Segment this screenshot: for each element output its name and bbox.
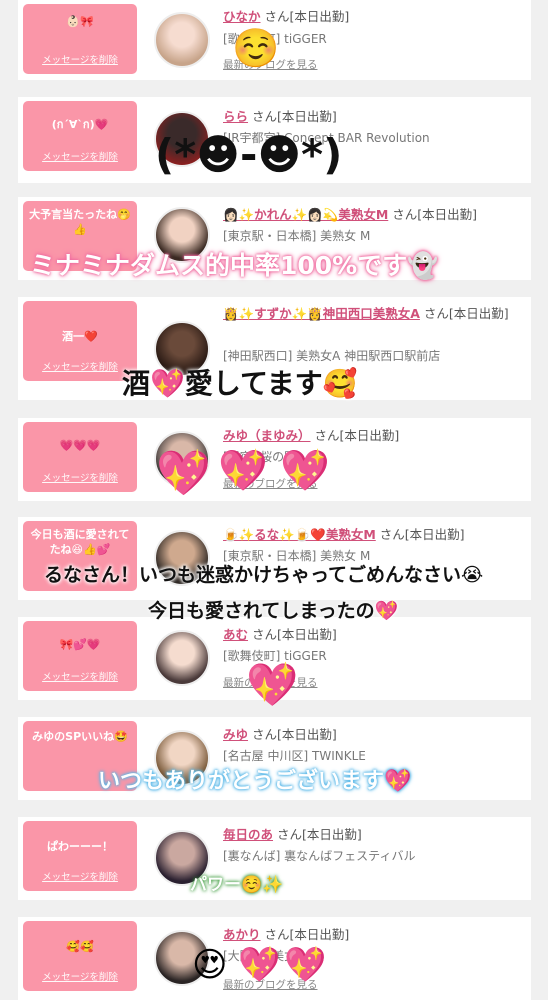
delete-message-link[interactable]: メッセージを削除 bbox=[23, 969, 137, 983]
heart-eyes-sticker-icon: 😍 bbox=[192, 945, 228, 985]
status-text: さん[本日出勤] bbox=[379, 527, 465, 542]
avatar[interactable] bbox=[154, 12, 210, 68]
delete-message-link[interactable]: メッセージを削除 bbox=[23, 359, 137, 373]
message-text: ぱわーーー！ bbox=[47, 840, 113, 853]
overlay-caption-loved: 今日も愛されてしまったの💖 bbox=[148, 600, 399, 622]
message-bubble: (ก´∀`ก)💗 メッセージを削除 bbox=[23, 101, 137, 171]
message-bubble: ぱわーーー！ メッセージを削除 bbox=[23, 821, 137, 891]
status-text: さん[本日出勤] bbox=[252, 627, 337, 642]
cast-name-row: あかり さん[本日出勤] bbox=[223, 924, 349, 943]
shop-text: [東京駅・日本橋] 美熟女 M bbox=[223, 229, 371, 243]
message-bubble: 🎀💕💗 メッセージを削除 bbox=[23, 621, 137, 691]
shop-text: [名古屋 中川区] TWINKLE bbox=[223, 749, 366, 763]
cast-name-link[interactable]: ひなか bbox=[223, 9, 261, 24]
overlay-caption-apology: るなさん！いつも迷惑かけちゃってごめんなさい😭 bbox=[44, 564, 484, 586]
status-text: さん[本日出勤] bbox=[314, 428, 400, 443]
smiling-face-sticker-icon: ☺️ bbox=[232, 26, 280, 70]
overlay-caption-thanks: いつもありがとうございます💖 bbox=[98, 769, 412, 794]
cast-name-row: みゆ さん[本日出勤] bbox=[223, 724, 337, 743]
list-item: 今日も酒に愛されてたね😆👍💕 🍺✨るな✨🍺❤️美熟女M さん[本日出勤] [東京… bbox=[18, 517, 531, 600]
message-text: 👶🏻🎀 bbox=[66, 15, 94, 28]
cast-name-row: ひなか さん[本日出勤] bbox=[223, 6, 349, 25]
cast-name-link[interactable]: あかり bbox=[223, 927, 261, 942]
message-text: 酒一❤️ bbox=[62, 330, 98, 343]
cast-name-link[interactable]: らら bbox=[223, 109, 248, 124]
delete-message-link[interactable]: メッセージを削除 bbox=[23, 669, 137, 683]
status-text: さん[本日出勤] bbox=[252, 727, 337, 742]
delete-message-link[interactable]: メッセージを削除 bbox=[23, 470, 137, 484]
message-text: 🥰🥰 bbox=[66, 940, 94, 953]
message-text: 🎀💕💗 bbox=[59, 638, 101, 651]
cast-name-row: みゆ（まゆみ） さん[本日出勤] bbox=[223, 425, 399, 444]
message-bubble: 酒一❤️ メッセージを削除 bbox=[23, 301, 137, 381]
overlay-caption-power: パワー☺️✨ bbox=[190, 875, 284, 895]
cast-name-row: 👸✨すずか✨👸神田西口美熟女A さん[本日出勤] bbox=[223, 304, 523, 324]
sparkling-heart-sticker-icon: 💖 bbox=[218, 448, 268, 494]
overlay-caption-sake: 酒💖愛してます🥰 bbox=[122, 367, 358, 400]
cast-name-row: 🍺✨るな✨🍺❤️美熟女M さん[本日出勤] bbox=[223, 524, 465, 543]
status-text: さん[本日出勤] bbox=[264, 9, 350, 24]
overlay-caption-prediction: ミナミナダムス的中率100%です👻 bbox=[30, 251, 439, 280]
cast-name-link[interactable]: あむ bbox=[223, 627, 248, 642]
delete-message-link[interactable]: メッセージを削除 bbox=[23, 52, 137, 66]
overlay-kaomoji: (*☻-☻*) bbox=[155, 130, 343, 179]
cast-name-link[interactable]: みゆ bbox=[223, 727, 248, 742]
sparkling-heart-sticker-icon: 💖 bbox=[156, 448, 211, 499]
cast-name-link[interactable]: 👩🏻✨かれん✨👩🏻💫美熟女M bbox=[223, 207, 388, 222]
delete-message-link[interactable]: メッセージを削除 bbox=[23, 149, 137, 163]
cast-name-link[interactable]: みゆ（まゆみ） bbox=[223, 428, 311, 443]
delete-message-link[interactable]: メッセージを削除 bbox=[23, 869, 137, 883]
status-text: さん[本日出勤] bbox=[264, 927, 350, 942]
sparkling-heart-sticker-icon: 💖 bbox=[246, 660, 299, 709]
message-text: 今日も酒に愛されてたね😆👍💕 bbox=[30, 528, 130, 556]
shop-text: [裏なんば] 裏なんばフェスティバル bbox=[223, 849, 416, 863]
message-text: 大予言当たったね🤭👍 bbox=[29, 208, 131, 236]
cast-name-row: あむ さん[本日出勤] bbox=[223, 624, 337, 643]
cast-name-row: 毎日のあ さん[本日出勤] bbox=[223, 824, 362, 843]
sparkling-heart-sticker-icon: 💖 bbox=[238, 945, 281, 985]
cast-name-row: 👩🏻✨かれん✨👩🏻💫美熟女M さん[本日出勤] bbox=[223, 204, 477, 223]
sparkling-heart-sticker-icon: 💖 bbox=[284, 945, 327, 985]
cast-name-link[interactable]: 🍺✨るな✨🍺❤️美熟女M bbox=[223, 527, 376, 542]
message-text: 💗💗💗 bbox=[59, 439, 101, 452]
avatar[interactable] bbox=[154, 630, 210, 686]
status-text: さん[本日出勤] bbox=[423, 306, 509, 321]
message-bubble: 👶🏻🎀 メッセージを削除 bbox=[23, 4, 137, 74]
sparkling-heart-sticker-icon: 💖 bbox=[280, 448, 330, 494]
cast-name-link[interactable]: 👸✨すずか✨👸神田西口美熟女A bbox=[223, 306, 420, 321]
list-item: 💗💗💗 メッセージを削除 みゆ（まゆみ） さん[本日出勤] [新宿] 桜の園 最… bbox=[18, 418, 531, 501]
message-bubble: 💗💗💗 メッセージを削除 bbox=[23, 422, 137, 492]
message-text: (ก´∀`ก)💗 bbox=[51, 118, 109, 131]
message-bubble: 🥰🥰 メッセージを削除 bbox=[23, 921, 137, 991]
status-text: さん[本日出勤] bbox=[252, 109, 337, 124]
message-text: みゆのSPいいね🤩 bbox=[32, 730, 128, 743]
status-text: さん[本日出勤] bbox=[392, 207, 478, 222]
status-text: さん[本日出勤] bbox=[277, 827, 362, 842]
cast-name-link[interactable]: 毎日のあ bbox=[223, 827, 273, 842]
cast-name-row: らら さん[本日出勤] bbox=[223, 106, 337, 125]
